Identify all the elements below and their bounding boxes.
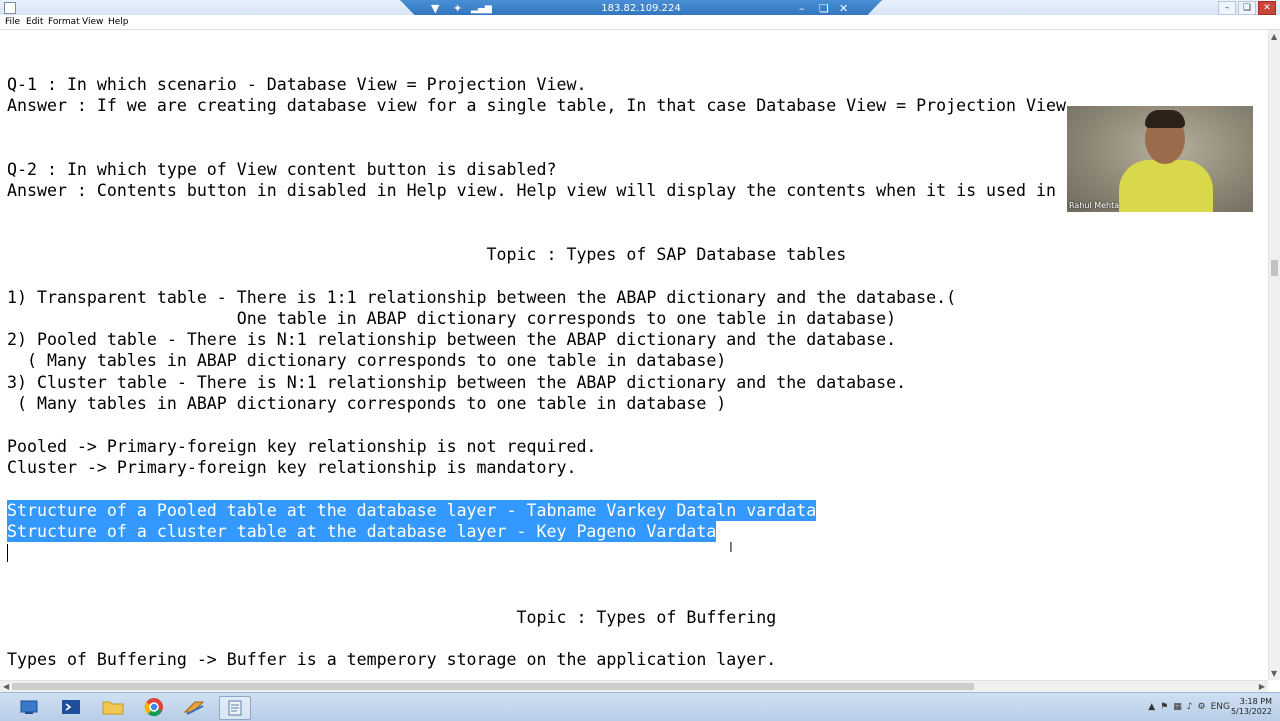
notepad-app-icon — [4, 2, 16, 14]
sap-logon-icon[interactable] — [179, 696, 209, 718]
menu-bar: File Edit Format View Help — [0, 15, 1280, 30]
flag-icon[interactable]: ⚑ — [1160, 702, 1168, 712]
scroll-up-icon[interactable]: ▲ — [1271, 32, 1277, 41]
show-hidden-icons-icon[interactable]: ▲ — [1148, 702, 1155, 712]
text-line: Cluster -> Primary-foreign key relations… — [7, 458, 577, 477]
taskbar: ▲ ⚑ ▦ ♪ ⚙ ENG 3:18 PM 5/13/2022 — [0, 692, 1280, 721]
rdp-close-button[interactable]: ✕ — [839, 2, 848, 16]
topic-heading: Topic : Types of SAP Database tables — [7, 245, 847, 264]
close-button[interactable]: ✕ — [1258, 1, 1276, 15]
volume-icon[interactable]: ♪ — [1187, 702, 1193, 712]
settings-icon[interactable]: ⚙ — [1198, 702, 1206, 712]
menu-view[interactable]: View — [82, 15, 103, 29]
window-controls: – ❏ ✕ — [1218, 1, 1276, 15]
text-line: 1) Transparent table - There is 1:1 rela… — [7, 288, 957, 307]
text-line: One table in ABAP dictionary corresponds… — [7, 309, 897, 328]
text-line: 3) Cluster table - There is N:1 relation… — [7, 373, 907, 392]
horizontal-scroll-thumb[interactable] — [12, 683, 974, 690]
selected-text-line: Structure of a cluster table at the data… — [7, 521, 717, 542]
maximize-button[interactable]: ❏ — [1238, 1, 1256, 15]
webcam-person-body — [1119, 160, 1213, 212]
text-line: 2) Pooled table - There is N:1 relations… — [7, 330, 897, 349]
scroll-right-icon[interactable]: ▶ — [1259, 682, 1265, 691]
file-explorer-icon[interactable] — [98, 696, 128, 718]
server-manager-icon[interactable] — [14, 696, 44, 718]
chrome-icon[interactable] — [139, 696, 169, 718]
webcam-person-hair — [1145, 110, 1185, 128]
vertical-scroll-thumb[interactable] — [1271, 260, 1278, 276]
network-icon[interactable]: ▦ — [1173, 702, 1182, 712]
text-line: ( Many tables in ABAP dictionary corresp… — [7, 351, 727, 370]
vertical-scrollbar[interactable]: ▲ ▼ — [1268, 30, 1280, 680]
ibeam-cursor-icon: Ⅰ — [729, 541, 733, 556]
clock-date: 5/13/2022 — [1230, 707, 1272, 716]
rdp-restore-button[interactable]: ❏ — [819, 2, 829, 16]
text-line: Answer : Contents button in disabled in … — [7, 181, 1056, 200]
taskbar-clock[interactable]: 3:18 PM 5/13/2022 — [1231, 697, 1272, 717]
rdp-minimize-button[interactable]: – — [799, 2, 805, 16]
scroll-left-icon[interactable]: ◀ — [3, 682, 9, 691]
remote-host-address: 183.82.109.224 — [601, 3, 681, 14]
text-line: ( Many tables in ABAP dictionary corresp… — [7, 394, 727, 413]
topic-heading: Topic : Types of Buffering — [7, 608, 777, 627]
menu-format[interactable]: Format — [48, 15, 80, 29]
input-language[interactable]: ENG — [1211, 702, 1230, 712]
powershell-icon[interactable] — [56, 696, 86, 718]
text-line: Types of Buffering -> Buffer is a temper… — [7, 650, 777, 669]
webcam-participant-name: Rahul Mehta — [1069, 201, 1120, 210]
text-line: Q-2 : In which type of View content butt… — [7, 160, 557, 179]
text-line: Answer : If we are creating database vie… — [7, 96, 1066, 115]
text-caret — [7, 544, 8, 562]
notepad-icon[interactable] — [219, 696, 251, 720]
text-line: Pooled -> Primary-foreign key relationsh… — [7, 437, 597, 456]
menu-edit[interactable]: Edit — [26, 15, 43, 29]
system-tray: ▲ ⚑ ▦ ♪ ⚙ ENG — [1148, 693, 1230, 721]
menu-help[interactable]: Help — [108, 15, 129, 29]
scroll-down-icon[interactable]: ▼ — [1271, 669, 1277, 678]
minimize-button[interactable]: – — [1218, 1, 1236, 15]
clock-time: 3:18 PM — [1239, 697, 1272, 706]
selected-text-line: Structure of a Pooled table at the datab… — [7, 500, 817, 521]
webcam-video-overlay: Rahul Mehta — [1067, 106, 1253, 212]
menu-file[interactable]: File — [5, 15, 20, 29]
text-line: Q-1 : In which scenario - Database View … — [7, 75, 587, 94]
